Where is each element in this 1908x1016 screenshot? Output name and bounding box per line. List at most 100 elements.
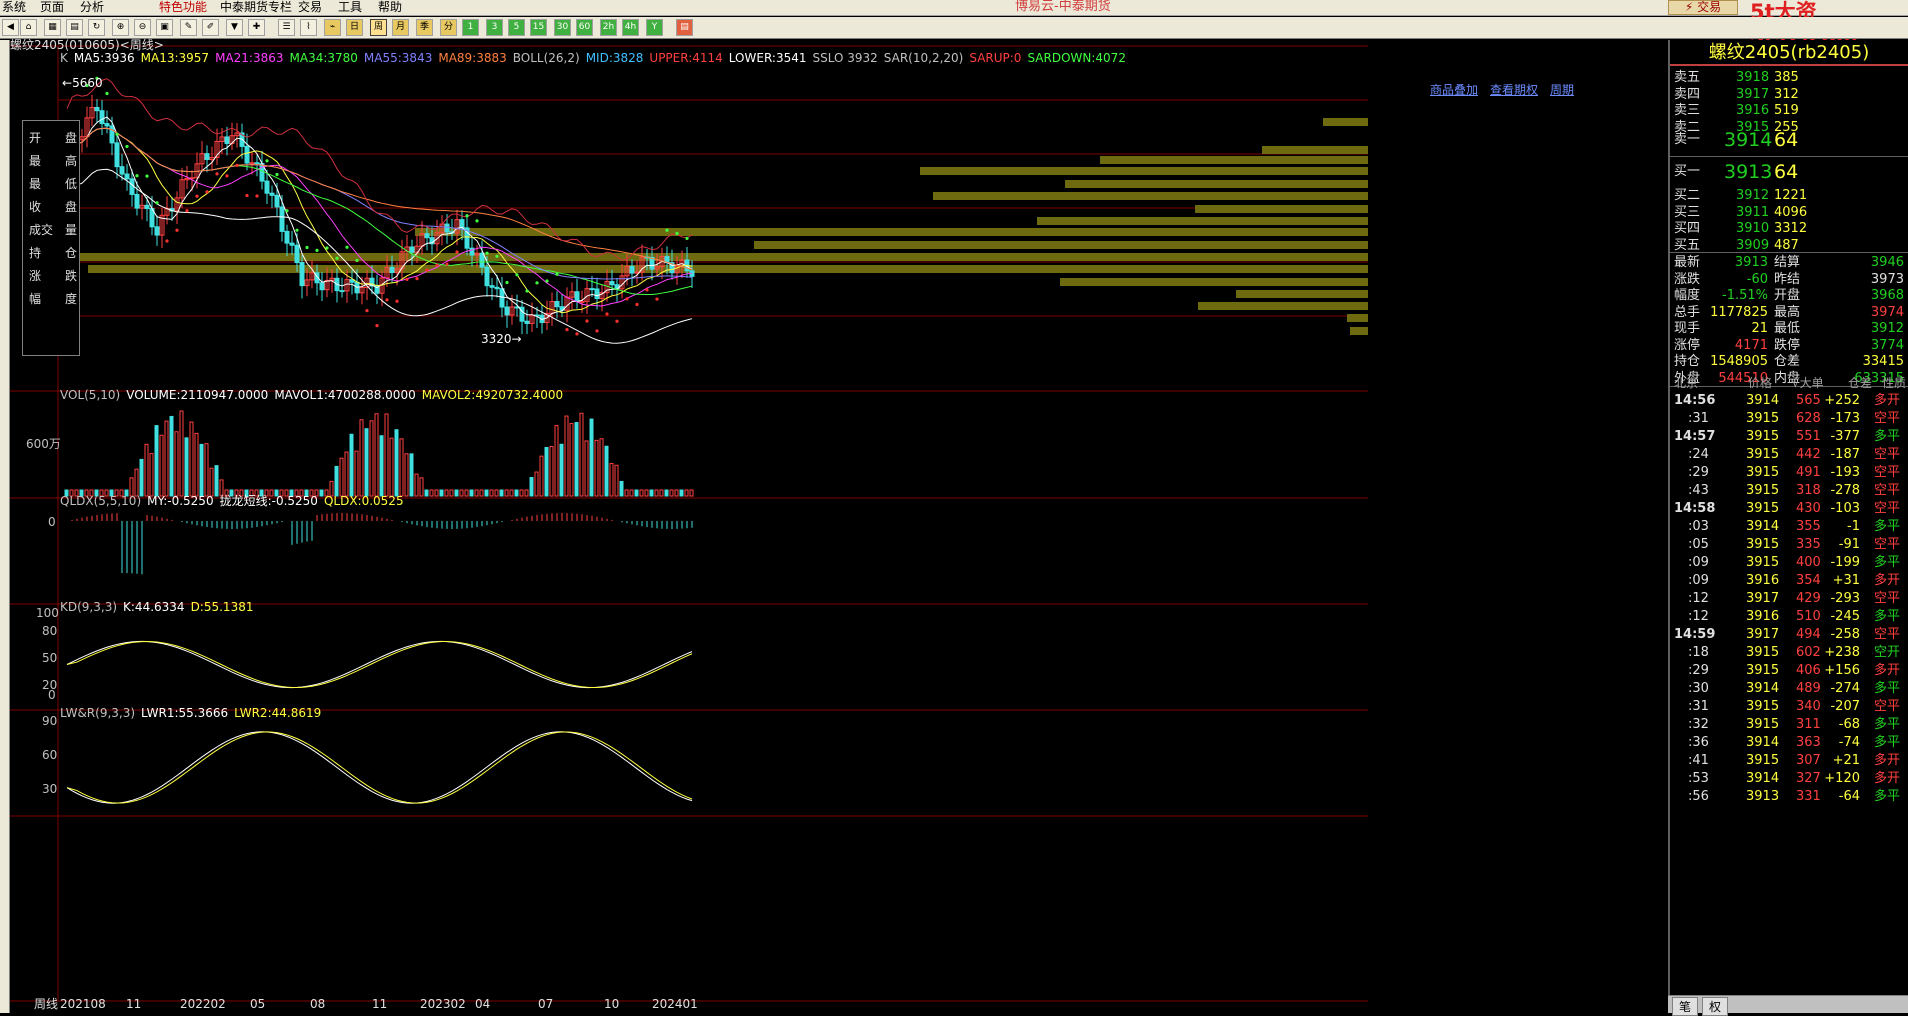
menu-column[interactable]: 中泰期货专栏 <box>220 0 292 16</box>
tape-time: :24 <box>1688 447 1709 462</box>
volume-bar <box>199 443 204 497</box>
period-5-button[interactable]: 5 <box>508 19 525 36</box>
home-icon[interactable]: ⌂ <box>20 19 37 36</box>
candle-body <box>459 219 465 229</box>
candle-body <box>524 320 530 324</box>
left-side-strip[interactable] <box>0 40 10 1013</box>
period-1-button[interactable]: 1 <box>462 19 479 36</box>
volume-bar <box>519 489 524 497</box>
vol-tick: 600万 <box>26 437 61 451</box>
kd-legend: KD(9,3,3) K:44.6334 D:55.1381 <box>60 600 259 614</box>
minute-icon[interactable]: 分 <box>440 19 457 36</box>
low-mark: 3320→ <box>481 332 522 346</box>
volume-bar <box>174 431 179 497</box>
trade-button[interactable]: ⚡ 交易 <box>1668 0 1738 15</box>
candle-body <box>204 153 210 160</box>
zoom-out-icon[interactable]: ⊖ <box>134 19 151 36</box>
period-year-button[interactable]: Y <box>646 19 663 36</box>
sar-dot <box>245 193 249 198</box>
volume-bar <box>679 489 684 497</box>
candle-body <box>589 288 595 291</box>
volume-bar <box>349 433 354 497</box>
tape-oi-change: -207 <box>1830 699 1860 714</box>
day-icon[interactable]: 日 <box>346 19 363 36</box>
volline-item: VOL(5,10) <box>60 388 121 402</box>
list-icon[interactable]: ☰ <box>278 19 295 36</box>
calculator-icon[interactable]: ▤ <box>676 19 693 36</box>
tape-time: :31 <box>1688 411 1709 426</box>
tape-volume: 318 <box>1796 483 1821 498</box>
x-tick: 202302 <box>420 997 466 1011</box>
tape-price: 3915 <box>1746 483 1780 498</box>
menu-trade[interactable]: 交易 <box>298 0 322 16</box>
tab-rights[interactable]: 权 <box>1702 997 1729 1016</box>
qldxline-item: 拢龙短线:-0.5250 <box>219 494 318 508</box>
tape-price: 3915 <box>1746 429 1780 444</box>
tape-type: 空平 <box>1874 699 1901 714</box>
options-link[interactable]: 查看期权 <box>1490 83 1538 97</box>
candle-body <box>609 281 615 286</box>
info-label-b: 盘 <box>64 131 77 145</box>
info-label-a: 最 <box>29 154 42 168</box>
volume-bar <box>424 489 429 497</box>
period-3-button[interactable]: 3 <box>486 19 503 36</box>
brush-icon[interactable]: ✐ <box>202 19 219 36</box>
info-label-b: 仓 <box>64 246 77 260</box>
candle-body <box>489 285 495 288</box>
volume-bar <box>614 464 619 497</box>
volume-bar <box>204 443 209 497</box>
d-line <box>66 640 693 689</box>
quarter-icon[interactable]: 季 <box>416 19 433 36</box>
sar-dot <box>635 302 639 307</box>
filter-icon[interactable]: ▼ <box>226 19 243 36</box>
candle-body <box>154 226 160 236</box>
menu-system[interactable]: 系统 <box>2 0 26 16</box>
volume-bar <box>209 467 214 497</box>
menu-tools[interactable]: 工具 <box>338 0 362 16</box>
back-icon[interactable]: ◀ <box>2 19 19 36</box>
sar-dot <box>215 172 219 176</box>
period-60-button[interactable]: 60 <box>576 19 593 36</box>
tape-oi-change: +238 <box>1824 645 1860 660</box>
window-icon[interactable]: ▣ <box>156 19 173 36</box>
menu-page[interactable]: 页面 <box>40 0 64 16</box>
week-icon[interactable]: 周 <box>370 19 387 36</box>
volume-bar <box>554 425 559 497</box>
sar-dot <box>185 209 189 213</box>
candle-body <box>114 142 120 168</box>
candle-body <box>494 286 500 290</box>
volume-bar <box>509 489 514 497</box>
new-icon[interactable]: ✚ <box>248 19 265 36</box>
sar-dot <box>365 309 369 313</box>
tape-header-cell: 性质 <box>1882 376 1907 390</box>
pen-icon[interactable]: ✎ <box>180 19 197 36</box>
sar-dot <box>155 201 159 205</box>
period-link[interactable]: 周期 <box>1550 83 1574 97</box>
zoom-in-icon[interactable]: ⊕ <box>112 19 129 36</box>
period-4h-button[interactable]: 4h <box>622 19 639 36</box>
overlay-link[interactable]: 商品叠加 <box>1430 83 1478 97</box>
qldxline-item: QLDX:0.0525 <box>323 494 404 508</box>
high-mark: ←5660 <box>62 76 103 90</box>
period-30-button[interactable]: 30 <box>554 19 571 36</box>
chart-area[interactable]: 螺纹2405(010605)<周线> 商品叠加 查看期权 周期 K MA5:3936 M… <box>10 38 1668 1013</box>
chart-icon[interactable]: ▤ <box>66 19 83 36</box>
tape-oi-change: +21 <box>1832 753 1860 768</box>
menu-help[interactable]: 帮助 <box>378 0 402 16</box>
info-label-a: 最 <box>29 177 42 191</box>
tape-type: 空平 <box>1874 483 1901 498</box>
menu-analysis[interactable]: 分析 <box>80 0 104 16</box>
month-icon[interactable]: 月 <box>392 19 409 36</box>
candle-body <box>339 290 345 293</box>
candle-body <box>629 265 635 274</box>
volume-profile-bar <box>88 265 1368 273</box>
refresh-icon[interactable]: ↻ <box>88 19 105 36</box>
menu-special[interactable]: 特色功能 <box>159 0 207 16</box>
tape-time: :18 <box>1688 645 1709 660</box>
period-15-button[interactable]: 15 <box>530 19 547 36</box>
line-chart-icon[interactable]: ⌇ <box>300 19 317 36</box>
tick-chart-icon[interactable]: ⌁ <box>324 19 341 36</box>
grid-icon[interactable]: ▦ <box>44 19 61 36</box>
tab-ticks[interactable]: 笔 <box>1672 997 1699 1016</box>
period-2h-button[interactable]: 2h <box>600 19 617 36</box>
